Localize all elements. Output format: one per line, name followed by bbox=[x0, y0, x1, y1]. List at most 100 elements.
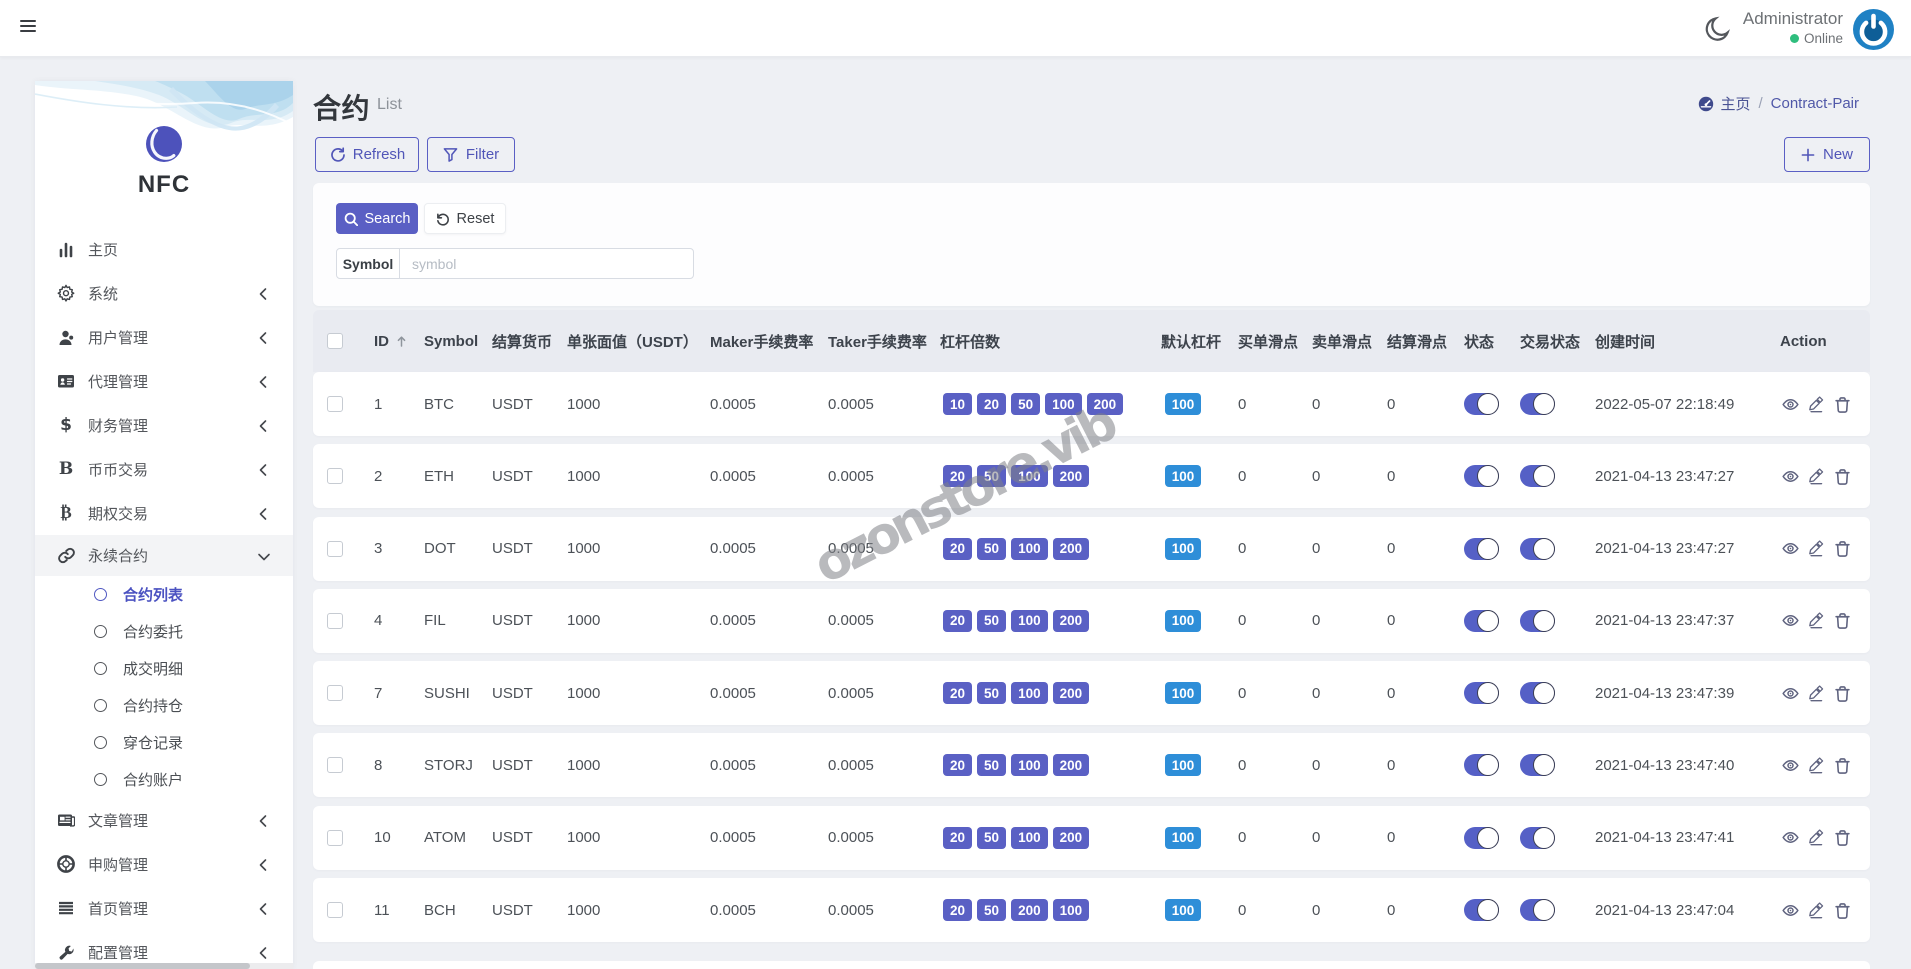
column-header-created-at[interactable]: 创建时间 bbox=[1595, 331, 1780, 352]
view-icon[interactable] bbox=[1782, 468, 1799, 485]
sidebar-item-10[interactable]: 首页管理 bbox=[35, 886, 293, 930]
delete-icon[interactable] bbox=[1834, 829, 1851, 847]
trade-status-toggle[interactable] bbox=[1520, 465, 1555, 488]
status-toggle[interactable] bbox=[1464, 537, 1499, 560]
delete-icon[interactable] bbox=[1834, 685, 1851, 702]
view-icon[interactable] bbox=[1782, 612, 1799, 629]
select-all-checkbox[interactable] bbox=[327, 333, 343, 349]
sidebar-subitem-4[interactable]: 穿仓记录 bbox=[35, 724, 293, 761]
edit-icon[interactable] bbox=[1808, 901, 1825, 919]
edit-icon[interactable] bbox=[1808, 612, 1825, 629]
status-toggle[interactable] bbox=[1464, 899, 1499, 922]
new-button[interactable]: New bbox=[1784, 137, 1870, 172]
reset-button[interactable]: Reset bbox=[424, 203, 506, 234]
status-toggle[interactable] bbox=[1464, 465, 1499, 488]
sidebar-item-7[interactable]: 永续合约 bbox=[35, 535, 293, 576]
delete-icon[interactable] bbox=[1834, 540, 1851, 557]
user-block[interactable]: Administrator Online bbox=[1743, 9, 1843, 46]
row-checkbox[interactable] bbox=[327, 685, 343, 702]
row-checkbox[interactable] bbox=[327, 902, 343, 919]
view-icon[interactable] bbox=[1782, 902, 1799, 919]
column-header-default-leverage[interactable]: 默认杠杆 bbox=[1161, 331, 1238, 352]
search-button[interactable]: Search bbox=[336, 203, 418, 234]
sidebar-item-4[interactable]: $ 财务管理 bbox=[35, 403, 293, 447]
column-header-leverages[interactable]: 杠杆倍数 bbox=[940, 331, 1161, 352]
trade-status-toggle[interactable] bbox=[1520, 682, 1555, 705]
delete-icon[interactable] bbox=[1834, 757, 1851, 774]
column-header-face-value[interactable]: 单张面值（USDT） bbox=[567, 331, 710, 352]
column-header-settle-slippage[interactable]: 结算滑点 bbox=[1387, 331, 1464, 352]
sidebar-item-1[interactable]: 系统 bbox=[35, 271, 293, 315]
delete-icon[interactable] bbox=[1834, 468, 1851, 485]
delete-icon[interactable] bbox=[1834, 396, 1851, 413]
status-toggle[interactable] bbox=[1464, 682, 1499, 705]
edit-icon[interactable] bbox=[1808, 685, 1825, 702]
sidebar-item-9[interactable]: 申购管理 bbox=[35, 842, 293, 886]
column-header-taker-fee[interactable]: Taker手续费率 bbox=[828, 331, 940, 352]
trade-status-toggle[interactable] bbox=[1520, 899, 1555, 922]
cell-created-at: 2021-04-13 23:47:40 bbox=[1595, 756, 1735, 774]
column-header-sell-slippage[interactable]: 卖单滑点 bbox=[1312, 331, 1387, 352]
symbol-input[interactable] bbox=[400, 249, 693, 278]
edit-icon[interactable] bbox=[1808, 395, 1825, 413]
sidebar-subitem-5[interactable]: 合约账户 bbox=[35, 761, 293, 798]
row-checkbox[interactable] bbox=[327, 540, 343, 557]
wrench-icon bbox=[57, 943, 75, 961]
sidebar-item-5[interactable]: B 币币交易 bbox=[35, 447, 293, 491]
column-header-status[interactable]: 状态 bbox=[1464, 331, 1520, 352]
sidebar-subitem-2[interactable]: 成交明细 bbox=[35, 650, 293, 687]
status-toggle[interactable] bbox=[1464, 826, 1499, 849]
chevron-left-icon bbox=[257, 375, 269, 388]
refresh-button[interactable]: Refresh bbox=[315, 137, 419, 172]
edit-icon[interactable] bbox=[1808, 540, 1825, 557]
view-icon[interactable] bbox=[1782, 685, 1799, 702]
hamburger-menu-icon[interactable] bbox=[20, 20, 36, 32]
trade-status-toggle[interactable] bbox=[1520, 537, 1555, 560]
filter-button[interactable]: Filter bbox=[427, 137, 515, 172]
trade-status-toggle[interactable] bbox=[1520, 609, 1555, 632]
column-header-trade-status[interactable]: 交易状态 bbox=[1520, 331, 1595, 352]
row-checkbox[interactable] bbox=[327, 468, 343, 485]
edit-icon[interactable] bbox=[1808, 829, 1825, 846]
row-checkbox[interactable] bbox=[327, 396, 343, 412]
view-icon[interactable] bbox=[1782, 757, 1799, 774]
column-header-action[interactable]: Action bbox=[1780, 333, 1870, 350]
status-toggle[interactable] bbox=[1464, 754, 1499, 777]
sidebar-subitem-1[interactable]: 合约委托 bbox=[35, 613, 293, 650]
trade-status-toggle[interactable] bbox=[1520, 754, 1555, 777]
trade-status-toggle[interactable] bbox=[1520, 826, 1555, 849]
column-header-id[interactable]: ID bbox=[374, 333, 424, 350]
column-header-buy-slippage[interactable]: 买单滑点 bbox=[1238, 331, 1312, 352]
sidebar-item-0[interactable]: 主页 bbox=[35, 227, 293, 271]
edit-icon[interactable] bbox=[1808, 757, 1825, 774]
sidebar-scrollbar-thumb[interactable] bbox=[35, 963, 250, 969]
view-icon[interactable] bbox=[1782, 396, 1799, 413]
delete-icon[interactable] bbox=[1834, 612, 1851, 630]
trade-status-toggle[interactable] bbox=[1520, 393, 1555, 415]
breadcrumb-home[interactable]: 主页 bbox=[1698, 93, 1750, 114]
dark-mode-moon-icon[interactable] bbox=[1703, 16, 1731, 44]
sidebar-item-3[interactable]: 代理管理 bbox=[35, 359, 293, 403]
sidebar-item-6[interactable]: ₿ 期权交易 bbox=[35, 491, 293, 535]
row-checkbox[interactable] bbox=[327, 757, 343, 774]
view-icon[interactable] bbox=[1782, 540, 1799, 557]
edit-icon[interactable] bbox=[1808, 468, 1825, 485]
column-header-maker-fee[interactable]: Maker手续费率 bbox=[710, 331, 828, 352]
avatar[interactable] bbox=[1853, 9, 1894, 50]
row-checkbox[interactable] bbox=[327, 612, 343, 629]
column-header-symbol[interactable]: Symbol bbox=[424, 333, 492, 350]
view-icon[interactable] bbox=[1782, 829, 1799, 846]
sidebar-horizontal-scrollbar[interactable] bbox=[35, 963, 293, 969]
delete-icon[interactable] bbox=[1834, 902, 1851, 919]
dollar-icon: $ bbox=[60, 415, 72, 435]
column-header-settle-currency[interactable]: 结算货币 bbox=[492, 331, 567, 352]
status-toggle[interactable] bbox=[1464, 393, 1499, 415]
row-checkbox[interactable] bbox=[327, 829, 343, 846]
sidebar-item-8[interactable]: 文章管理 bbox=[35, 798, 293, 842]
sidebar-item-2[interactable]: 用户管理 bbox=[35, 315, 293, 359]
symbol-input-group: Symbol bbox=[336, 248, 694, 279]
sidebar-subitem-0[interactable]: 合约列表 bbox=[35, 576, 293, 613]
leverage-badge: 20 bbox=[943, 899, 973, 922]
sidebar-subitem-3[interactable]: 合约持仓 bbox=[35, 687, 293, 724]
status-toggle[interactable] bbox=[1464, 609, 1499, 632]
